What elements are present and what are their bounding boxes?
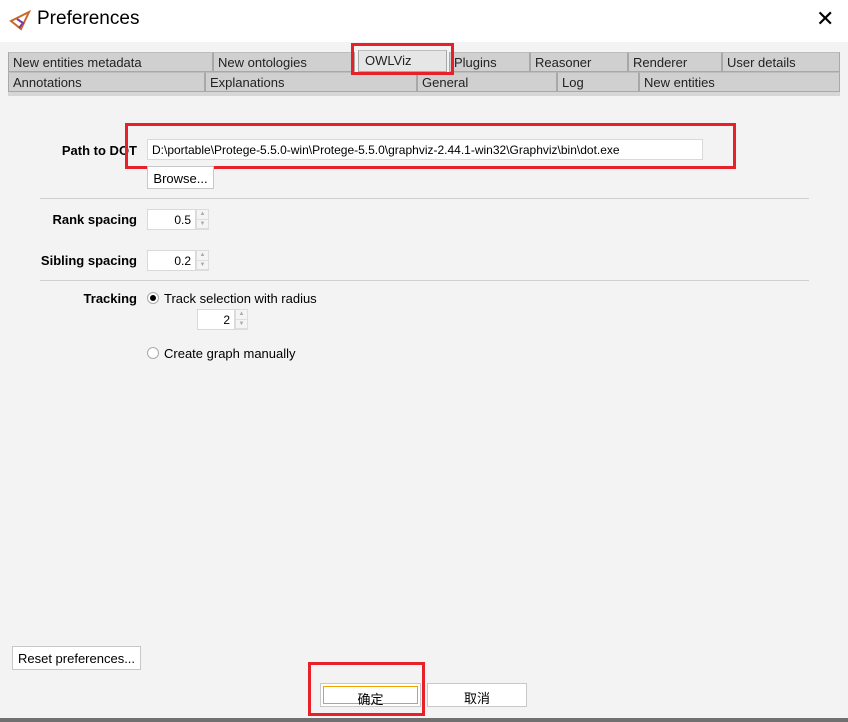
tab-divider — [8, 92, 840, 96]
sibling-spacing-stepper[interactable]: ▲ ▼ — [196, 250, 209, 271]
tab-owlviz[interactable]: OWLViz — [358, 50, 447, 72]
cancel-button[interactable]: 取消 — [427, 683, 527, 707]
tab-annotations[interactable]: Annotations — [8, 72, 205, 92]
tab-general[interactable]: General — [417, 72, 557, 92]
sibling-spacing-input[interactable]: 0.2 — [147, 250, 196, 271]
tab-log[interactable]: Log — [557, 72, 639, 92]
tab-explanations[interactable]: Explanations — [205, 72, 417, 92]
tab-renderer[interactable]: Renderer — [628, 52, 722, 72]
separator — [40, 198, 809, 199]
sibling-spacing-label: Sibling spacing — [40, 253, 137, 268]
ok-button-label: 确定 — [323, 686, 418, 707]
path-to-dot-input[interactable]: D:\portable\Protege-5.5.0-win\Protege-5.… — [147, 139, 703, 160]
rank-spacing-input[interactable]: 0.5 — [147, 209, 196, 230]
tab-reasoner[interactable]: Reasoner — [530, 52, 628, 72]
window-border — [0, 718, 848, 722]
tab-new-entities[interactable]: New entities — [639, 72, 840, 92]
tab-new-ontologies[interactable]: New ontologies — [213, 52, 355, 72]
tab-new-entities-metadata[interactable]: New entities metadata — [8, 52, 213, 72]
tracking-label: Tracking — [83, 291, 137, 306]
tab-plugins[interactable]: Plugins — [449, 52, 530, 72]
reset-preferences-button[interactable]: Reset preferences... — [12, 646, 141, 670]
rank-spacing-label: Rank spacing — [52, 212, 137, 227]
protege-logo-icon — [9, 9, 31, 31]
rank-spacing-stepper[interactable]: ▲ ▼ — [196, 209, 209, 230]
track-selection-radio[interactable] — [147, 292, 159, 304]
separator — [40, 280, 809, 281]
track-selection-label: Track selection with radius — [164, 291, 317, 306]
radius-input[interactable]: 2 — [197, 309, 235, 330]
create-manually-radio[interactable] — [147, 347, 159, 359]
radius-stepper[interactable]: ▲ ▼ — [235, 309, 248, 330]
create-manually-label: Create graph manually — [164, 346, 296, 361]
ok-button[interactable]: 确定 — [320, 683, 421, 707]
path-to-dot-label: Path to DOT — [61, 143, 137, 158]
close-icon[interactable]: ✕ — [816, 6, 834, 32]
window-title: Preferences — [37, 8, 140, 29]
browse-button[interactable]: Browse... — [147, 166, 214, 189]
tab-user-details[interactable]: User details — [722, 52, 840, 72]
title-bar: Preferences ✕ — [0, 0, 848, 42]
